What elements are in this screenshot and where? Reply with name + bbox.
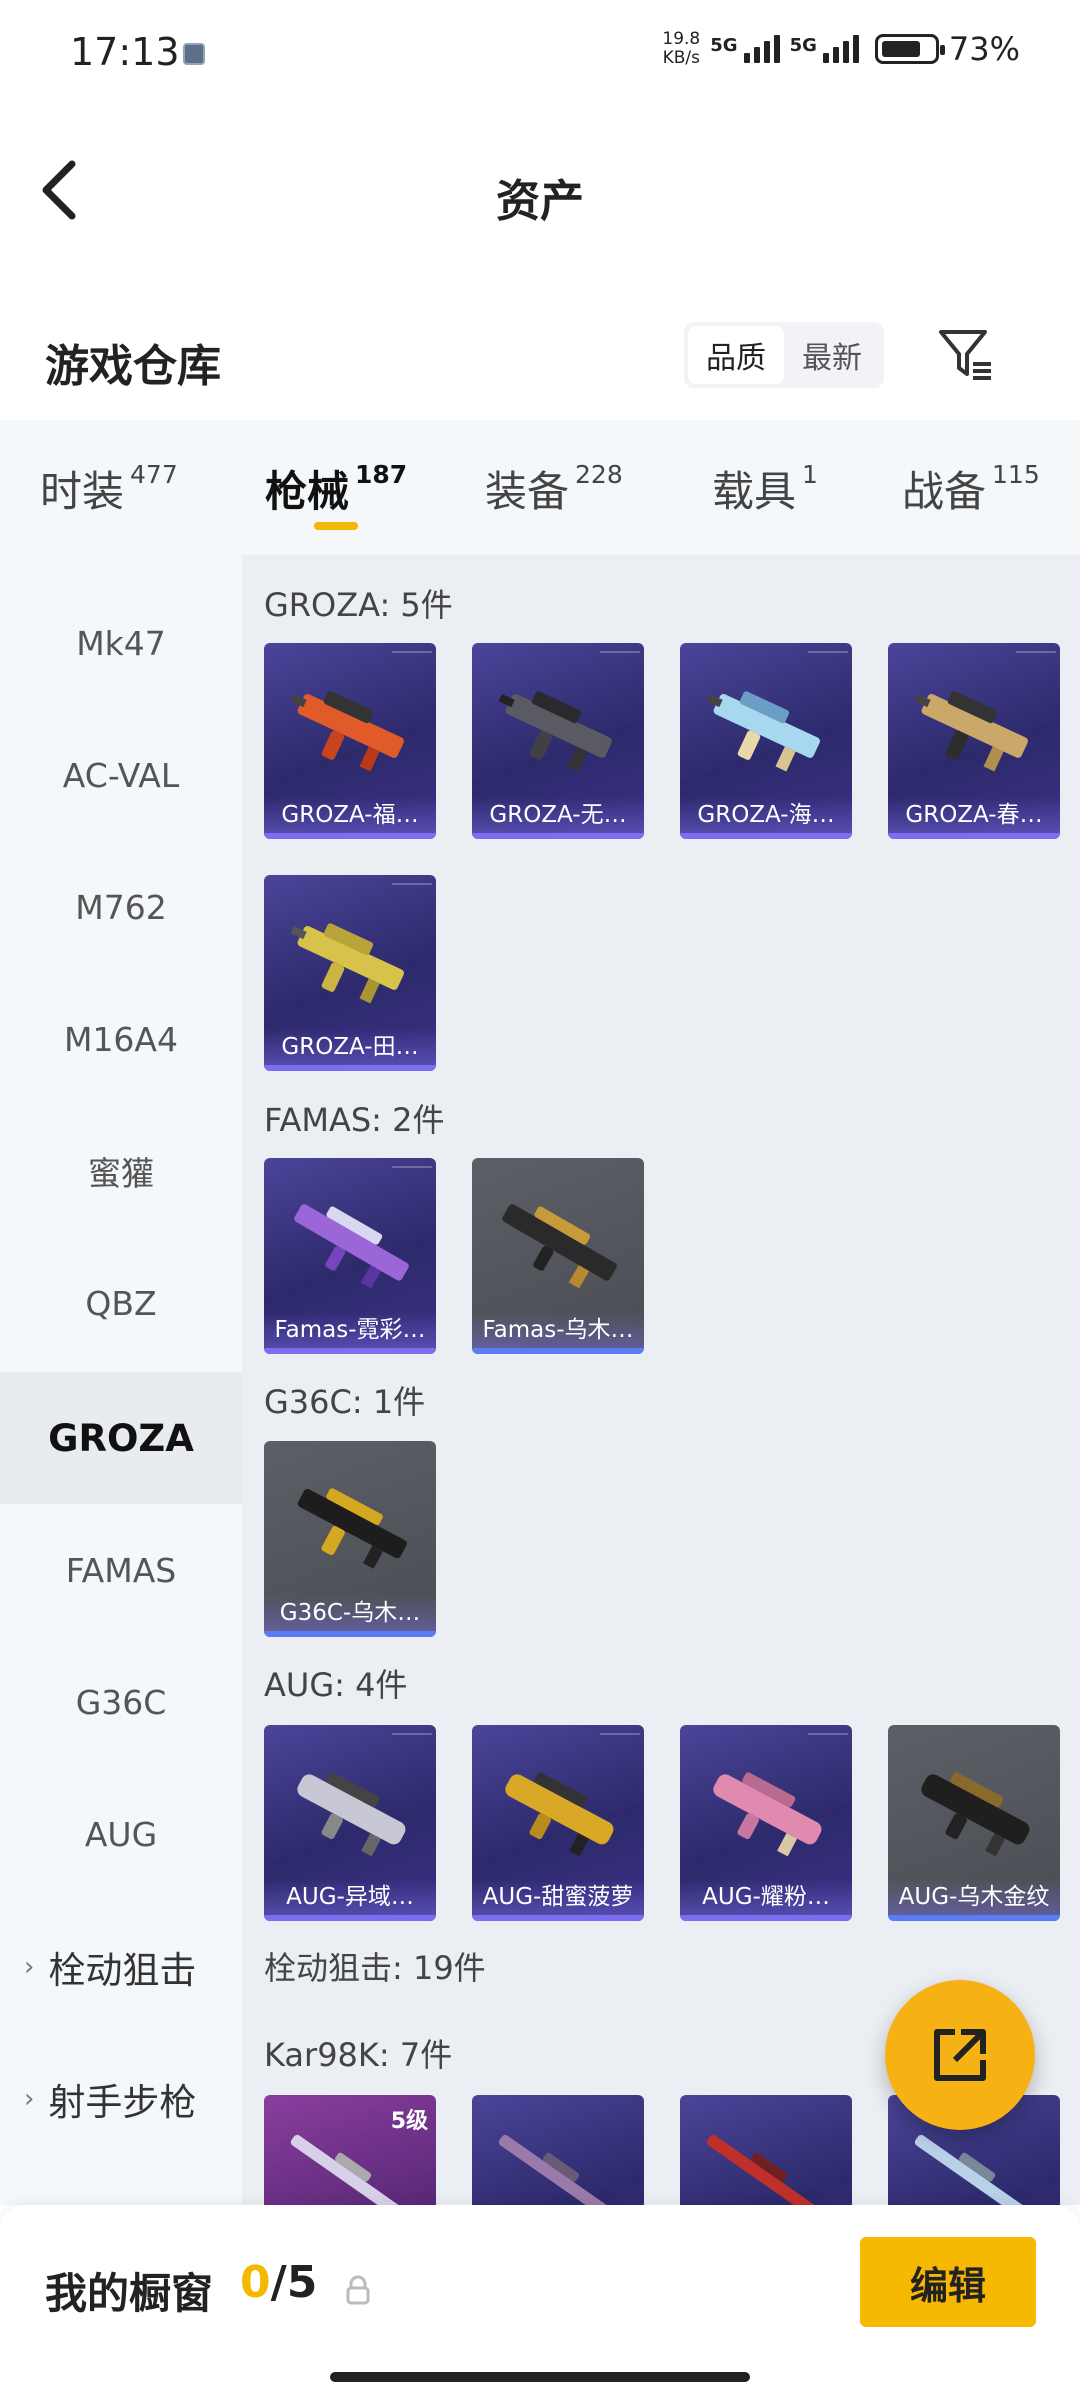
rifle-icon (290, 691, 404, 772)
rifle-icon (713, 1772, 822, 1857)
sort-toggle: 品质 最新 (684, 322, 884, 388)
rifle-icon (297, 1488, 407, 1569)
rifle-icon (502, 1204, 617, 1289)
battery-percent: 73% (948, 30, 1020, 68)
weapon-card[interactable]: G36C-乌木… (264, 1441, 436, 1637)
rifle-icon (505, 1772, 614, 1857)
showcase-label: 我的橱窗 (45, 2269, 214, 2318)
chevron-right-icon: › (24, 2084, 35, 2114)
filter-icon (939, 330, 991, 380)
sidebar-item-honey-badger[interactable]: 蜜獾 (0, 1105, 242, 1237)
group-title-bolt-action: 栓动狙击: 19件 (264, 1949, 486, 1987)
weapon-card[interactable]: GROZA-海… (680, 643, 852, 839)
status-indicators: 19.8 KB/s 5G 5G 73% (662, 29, 1020, 69)
sim2-label: 5G (789, 35, 817, 56)
weapon-sidebar: Mk47 AC-VAL M762 M16A4 蜜獾 QBZ GROZA FAMA… (0, 555, 242, 2205)
sim1-label: 5G (710, 35, 738, 56)
rifle-icon (290, 923, 404, 1004)
sidebar-item-groza[interactable]: GROZA (0, 1372, 242, 1504)
active-tab-indicator (314, 522, 358, 530)
rifle-icon (498, 691, 612, 772)
weapon-card[interactable]: Famas-霓彩… (264, 1158, 436, 1354)
share-fab-button[interactable] (885, 1980, 1035, 2130)
tab-fashion[interactable]: 时装 477 (40, 458, 178, 519)
weapon-card[interactable]: AUG-耀粉… (680, 1725, 852, 1921)
rifle-icon (297, 1772, 406, 1857)
sidebar-item-g36c[interactable]: G36C (0, 1636, 242, 1768)
sniper-rifle-icon (290, 2134, 418, 2205)
share-external-icon (934, 2029, 986, 2081)
lock-icon (346, 2275, 370, 2305)
rifle-icon (914, 691, 1028, 772)
signal-icon: 5G (710, 35, 780, 63)
weapon-card[interactable] (472, 2095, 644, 2205)
tab-vehicles[interactable]: 载具 1 (712, 458, 818, 519)
sidebar-item-bolt-action[interactable]: › 栓动狙击 (0, 1901, 242, 2033)
edit-button[interactable]: 编辑 (860, 2237, 1036, 2327)
sniper-rifle-icon (914, 2134, 1042, 2205)
chevron-right-icon: › (24, 1952, 35, 1982)
group-title-g36c: G36C: 1件 (264, 1383, 426, 1421)
sidebar-item-m762[interactable]: M762 (0, 841, 242, 973)
warehouse-title: 游戏仓库 (45, 341, 221, 392)
group-title-groza: GROZA: 5件 (264, 586, 453, 624)
tab-supplies[interactable]: 战备 115 (902, 458, 1040, 519)
group-title-aug: AUG: 4件 (264, 1666, 408, 1704)
notification-app-icon (183, 43, 205, 65)
sort-newest-button[interactable]: 最新 (784, 326, 880, 384)
sidebar-item-qbz[interactable]: QBZ (0, 1237, 242, 1369)
sniper-rifle-icon (498, 2134, 626, 2205)
weapon-card[interactable]: GROZA-无… (472, 643, 644, 839)
tab-firearms[interactable]: 枪械 187 (265, 458, 407, 519)
warehouse-header: 游戏仓库 品质 最新 (0, 300, 1080, 420)
sniper-rifle-icon (706, 2134, 834, 2205)
weapon-card[interactable]: 5级 (264, 2095, 436, 2205)
category-tabs: 时装 477 枪械 187 装备 228 载具 1 战备 115 (0, 420, 1080, 555)
rifle-icon (294, 1204, 409, 1289)
weapon-card[interactable]: AUG-异域… (264, 1725, 436, 1921)
weapon-content: GROZA: 5件 GROZA-福… GROZA-无… GROZA-海… GRO… (242, 555, 1080, 2205)
weapon-card[interactable]: AUG-甜蜜菠萝 (472, 1725, 644, 1921)
sidebar-item-aug[interactable]: AUG (0, 1768, 242, 1900)
status-time: 17:13 (70, 30, 180, 74)
rifle-icon (921, 1772, 1030, 1857)
weapon-card[interactable]: Famas-乌木… (472, 1158, 644, 1354)
group-title-kar98k: Kar98K: 7件 (264, 2036, 453, 2074)
weapon-card[interactable] (680, 2095, 852, 2205)
tab-equipment[interactable]: 装备 228 (485, 458, 623, 519)
sidebar-item-famas[interactable]: FAMAS (0, 1504, 242, 1636)
weapon-card[interactable]: GROZA-福… (264, 643, 436, 839)
sidebar-item-m16a4[interactable]: M16A4 (0, 973, 242, 1105)
sort-quality-button[interactable]: 品质 (688, 326, 784, 384)
weapon-card[interactable]: GROZA-田… (264, 875, 436, 1071)
nav-bar: 资产 (0, 110, 1080, 270)
sidebar-item-marksman[interactable]: › 射手步枪 (0, 2033, 242, 2165)
showcase-bar: 我的橱窗 0/5 编辑 (0, 2205, 1080, 2400)
group-title-famas: FAMAS: 2件 (264, 1101, 445, 1139)
status-bar: 17:13 19.8 KB/s 5G 5G 73% (0, 0, 1080, 110)
sidebar-item-ac-val[interactable]: AC-VAL (0, 709, 242, 841)
page-title: 资产 (496, 176, 584, 227)
filter-button[interactable] (935, 324, 995, 384)
home-indicator (330, 2372, 750, 2382)
rifle-icon (706, 691, 820, 772)
weapon-card[interactable]: AUG-乌木金纹 (888, 1725, 1060, 1921)
weapon-card[interactable]: GROZA-春… (888, 643, 1060, 839)
sidebar-item-mk47[interactable]: Mk47 (0, 577, 242, 709)
battery-icon (874, 34, 945, 64)
signal-icon-2: 5G (790, 35, 859, 63)
showcase-count: 0/5 (240, 2257, 318, 2308)
network-speed: 19.8 KB/s (662, 29, 701, 68)
